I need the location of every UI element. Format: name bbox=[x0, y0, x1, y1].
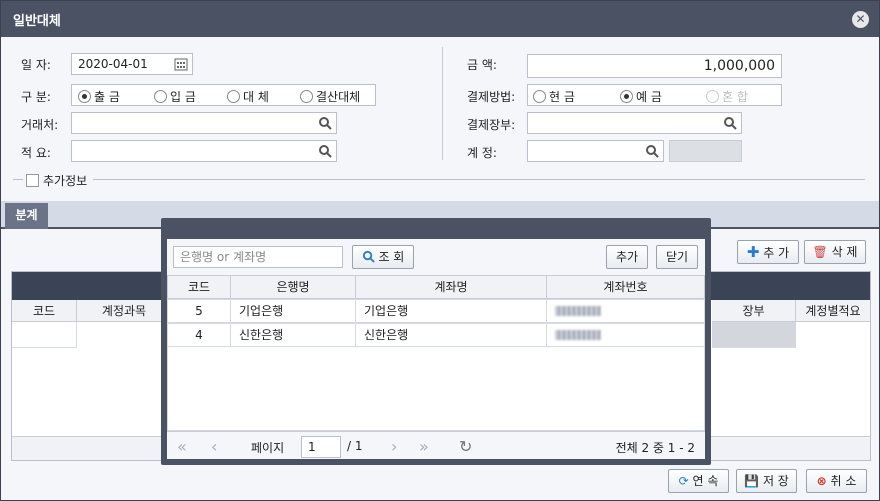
search-icon bbox=[362, 250, 375, 263]
popup-body: 은행명 or 계좌명 조 회 추가 닫기 코드 은행명 계좌명 계좌번호 5 기… bbox=[167, 239, 705, 459]
row2-bank[interactable]: 신한은행 bbox=[230, 323, 356, 347]
pay-radio-mixed: 혼 합 bbox=[706, 88, 748, 105]
type-label: 구 분: bbox=[21, 90, 51, 104]
redacted-number bbox=[555, 306, 601, 316]
next-page-icon[interactable]: › bbox=[391, 437, 397, 456]
last-page-icon[interactable]: » bbox=[419, 437, 429, 456]
save-button[interactable]: 💾 저 장 bbox=[736, 469, 797, 493]
continuous-button[interactable]: ⟳ 연 속 bbox=[668, 469, 729, 493]
popup-col-bank[interactable]: 은행명 bbox=[230, 275, 356, 299]
redacted-number bbox=[555, 330, 601, 340]
grid-add-button[interactable]: ✚ 추 가 bbox=[737, 240, 799, 264]
type-radio-deposit[interactable]: 입 금 bbox=[154, 88, 196, 105]
client-label: 거래처: bbox=[21, 118, 59, 132]
search-icon[interactable] bbox=[645, 144, 659, 158]
bank-account-popup: 은행명 or 계좌명 조 회 추가 닫기 코드 은행명 계좌명 계좌번호 5 기… bbox=[161, 218, 711, 465]
type-radio-withdraw[interactable]: 출 금 bbox=[78, 88, 120, 105]
extra-info-checkbox[interactable] bbox=[26, 174, 39, 187]
continuous-icon: ⟳ bbox=[678, 474, 689, 488]
date-value: 2020-04-01 bbox=[78, 57, 148, 71]
calendar-icon[interactable] bbox=[174, 57, 188, 71]
row1-account-name[interactable]: 기업은행 bbox=[355, 299, 547, 323]
extra-info-divider bbox=[13, 179, 865, 180]
search-icon[interactable] bbox=[318, 116, 332, 130]
col-code[interactable]: 코드 bbox=[12, 300, 77, 322]
popup-col-account-name[interactable]: 계좌명 bbox=[355, 275, 547, 299]
row1-code[interactable]: 5 bbox=[167, 299, 231, 323]
refresh-icon[interactable]: ↻ bbox=[459, 437, 472, 456]
account-field[interactable] bbox=[527, 140, 664, 162]
tab-split[interactable]: 분계 bbox=[5, 203, 48, 229]
row2-account-name[interactable]: 신한은행 bbox=[355, 323, 547, 347]
bank-search-button[interactable]: 조 회 bbox=[352, 245, 414, 269]
page-total: / 1 bbox=[347, 439, 363, 453]
title-bar: 일반대체 ✕ bbox=[1, 1, 879, 37]
pay-ledger-field[interactable] bbox=[527, 112, 742, 134]
summary-label: 적 요: bbox=[21, 146, 51, 160]
pay-method-label: 결제방법: bbox=[467, 90, 516, 104]
prev-page-icon[interactable]: ‹ bbox=[211, 437, 217, 456]
window-title: 일반대체 bbox=[13, 14, 61, 29]
search-icon[interactable] bbox=[723, 116, 737, 130]
popup-add-button[interactable]: 추가 bbox=[606, 245, 648, 269]
row2-account-number[interactable] bbox=[546, 323, 705, 347]
extra-info-toggle[interactable]: 추가정보 bbox=[23, 172, 94, 189]
pager-summary: 전체 2 중 1 - 2 bbox=[615, 441, 695, 455]
first-page-icon[interactable]: « bbox=[177, 437, 187, 456]
pay-method-radio-group: 현 금 예 금 혼 합 bbox=[527, 84, 782, 106]
search-icon[interactable] bbox=[318, 144, 332, 158]
amount-field[interactable]: 1,000,000 bbox=[527, 54, 782, 78]
pay-radio-cash[interactable]: 현 금 bbox=[533, 88, 575, 105]
col-account-subject[interactable]: 계정과목 bbox=[77, 300, 172, 322]
popup-pager: « ‹ 페이지 1 / 1 › » ↻ 전체 2 중 1 - 2 bbox=[167, 431, 705, 459]
cancel-button[interactable]: ⊗ 취 소 bbox=[806, 469, 867, 493]
page-input[interactable]: 1 bbox=[301, 436, 341, 458]
row1-account-number[interactable] bbox=[546, 299, 705, 323]
col-account-summary[interactable]: 계정별적요 bbox=[796, 300, 870, 322]
close-icon[interactable]: ✕ bbox=[852, 11, 869, 28]
dialog-window: 일반대체 ✕ 일 자: 2020-04-01 구 분: 출 금 입 금 대 체 … bbox=[0, 0, 880, 501]
popup-close-button[interactable]: 닫기 bbox=[656, 245, 698, 269]
pay-ledger-label: 결제장부: bbox=[467, 118, 516, 132]
plus-icon: ✚ bbox=[746, 243, 760, 261]
row1-bank[interactable]: 기업은행 bbox=[230, 299, 356, 323]
save-icon: 💾 bbox=[744, 474, 760, 488]
cancel-icon: ⊗ bbox=[816, 474, 827, 488]
col-ledger[interactable]: 장부 bbox=[712, 300, 796, 322]
popup-col-code[interactable]: 코드 bbox=[167, 275, 231, 299]
trash-icon: 🗑 bbox=[812, 245, 828, 259]
bank-search-input[interactable]: 은행명 or 계좌명 bbox=[173, 246, 343, 268]
type-radio-closing[interactable]: 결산대체 bbox=[300, 88, 360, 105]
summary-field[interactable] bbox=[71, 140, 337, 162]
popup-col-account-number[interactable]: 계좌번호 bbox=[546, 275, 705, 299]
type-radio-group: 출 금 입 금 대 체 결산대체 bbox=[71, 84, 376, 106]
grid-cell-ledger bbox=[712, 322, 796, 348]
popup-empty-area bbox=[167, 347, 705, 431]
account-label: 계 정: bbox=[467, 146, 497, 160]
pay-radio-deposit[interactable]: 예 금 bbox=[620, 88, 662, 105]
grid-cell[interactable] bbox=[12, 322, 77, 348]
row2-code[interactable]: 4 bbox=[167, 323, 231, 347]
account-name-readonly bbox=[669, 140, 742, 162]
amount-label: 금 액: bbox=[467, 58, 497, 72]
grid-delete-button[interactable]: 🗑 삭 제 bbox=[804, 240, 866, 264]
client-field[interactable] bbox=[71, 112, 337, 134]
page-label: 페이지 bbox=[251, 441, 285, 455]
date-field[interactable]: 2020-04-01 bbox=[71, 53, 193, 75]
type-radio-transfer[interactable]: 대 체 bbox=[227, 88, 269, 105]
column-divider bbox=[442, 47, 443, 160]
date-label: 일 자: bbox=[21, 58, 51, 72]
